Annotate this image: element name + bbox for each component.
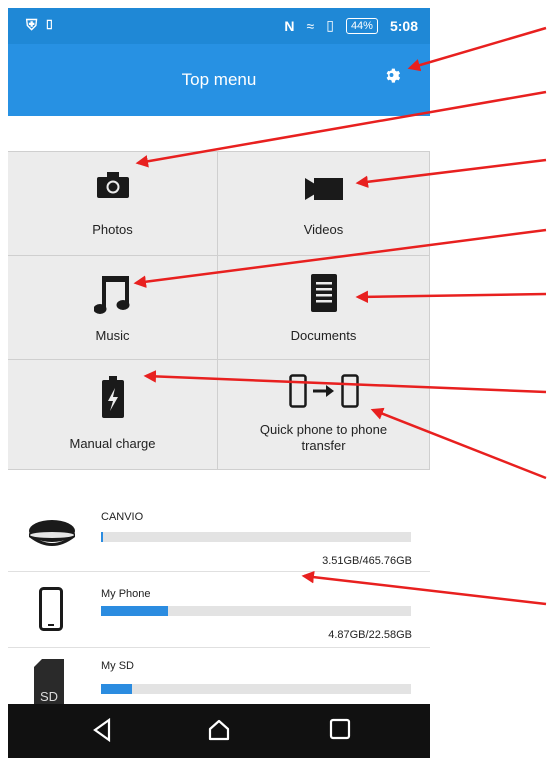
clock: 5:08 — [389, 17, 418, 34]
storage-item-my-sd[interactable]: SD My SD — [8, 647, 430, 705]
tile-label: Quick phone to phone transfer — [259, 422, 388, 453]
tile-music[interactable]: Music — [8, 256, 218, 360]
storage-progress-fill — [101, 532, 104, 542]
sim-card-icon: ▯ — [326, 17, 334, 33]
storage-progress-fill — [101, 606, 168, 616]
storage-name: My SD — [101, 660, 134, 672]
recent-apps-icon[interactable] — [329, 718, 351, 740]
music-note-icon — [8, 274, 217, 316]
tile-manual-charge[interactable]: Manual charge — [8, 360, 218, 470]
status-left-icons: ⛨▯ — [26, 17, 61, 34]
tile-videos[interactable]: Videos — [218, 152, 430, 256]
storage-capacity: 4.87GB/22.58GB — [328, 629, 412, 641]
top-menu-bar: Top menu — [8, 44, 430, 116]
wifi-icon: ≈ — [306, 17, 315, 34]
tile-documents[interactable]: Documents — [218, 256, 430, 360]
arrow-settings — [407, 26, 547, 72]
back-icon[interactable] — [92, 718, 112, 742]
nfc-icon: N — [284, 17, 295, 34]
storage-item-canvio[interactable]: CANVIO 3.51GB/465.76GB — [8, 469, 430, 572]
storage-progress-bar — [101, 684, 411, 694]
storage-progress-fill — [101, 684, 132, 694]
battery-indicator: 44% — [345, 17, 378, 34]
navigation-bar — [8, 704, 430, 758]
battery-charge-icon — [8, 376, 217, 418]
phone-transfer-icon — [218, 374, 429, 408]
sim-icon: ▯ — [43, 17, 62, 34]
storage-progress-bar — [101, 532, 411, 542]
storage-item-my-phone[interactable]: My Phone 4.87GB/22.58GB — [8, 571, 430, 648]
shield-icon: ⛨ — [26, 17, 44, 34]
gear-icon[interactable] — [384, 66, 402, 84]
phone-screen: ⛨▯ N ≈ ▯ 44% 5:08 Top menu Photos Videos… — [8, 8, 430, 758]
storage-capacity: 3.51GB/465.76GB — [322, 555, 412, 567]
tile-label: Manual charge — [69, 436, 156, 451]
tile-label: Videos — [303, 222, 344, 237]
storage-name: CANVIO — [101, 511, 144, 523]
video-camera-icon — [218, 178, 429, 200]
status-right: N ≈ ▯ 44% 5:08 — [284, 17, 418, 34]
camera-icon — [8, 172, 217, 198]
storage-name: My Phone — [101, 588, 151, 600]
svg-text:SD: SD — [40, 689, 58, 704]
page-title: Top menu — [181, 70, 257, 89]
storage-progress-bar — [101, 606, 411, 616]
function-grid: Photos Videos Music Documents Manual cha… — [8, 151, 430, 470]
tile-label: Photos — [92, 222, 133, 237]
tile-phone-transfer[interactable]: Quick phone to phone transfer — [218, 360, 430, 470]
sd-card-icon: SD — [34, 659, 64, 710]
home-icon[interactable] — [207, 718, 231, 742]
status-bar: ⛨▯ N ≈ ▯ 44% 5:08 — [8, 8, 430, 44]
tile-label: Music — [95, 328, 130, 343]
tile-label: Documents — [290, 328, 357, 343]
phone-icon — [39, 587, 63, 636]
external-drive-icon — [28, 519, 76, 558]
tile-photos[interactable]: Photos — [8, 152, 218, 256]
document-icon — [218, 274, 429, 312]
